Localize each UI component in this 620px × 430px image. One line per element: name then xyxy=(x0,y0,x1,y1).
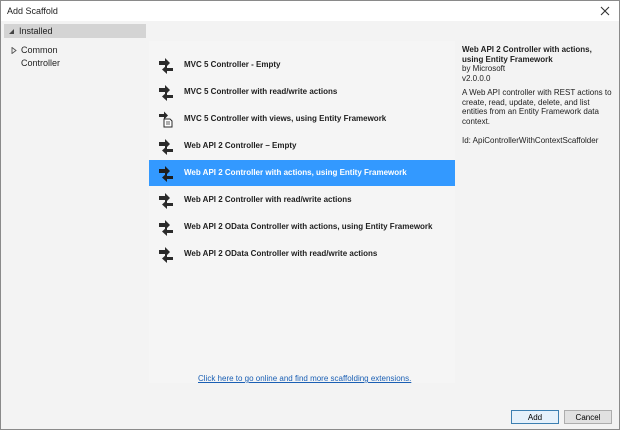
template-list: MVC 5 Controller - Empty MVC 5 Controller… xyxy=(149,41,455,383)
tree-item-label: Controller xyxy=(21,58,61,68)
expand-arrow-icon xyxy=(9,46,19,54)
tree-installed-header[interactable]: Installed xyxy=(4,24,146,38)
template-item[interactable]: MVC 5 Controller with read/write actions xyxy=(149,79,455,105)
close-icon xyxy=(600,6,610,16)
tree-installed-label: Installed xyxy=(19,26,53,36)
template-item[interactable]: MVC 5 Controller - Empty xyxy=(149,52,455,78)
controller-icon xyxy=(157,137,175,155)
template-item[interactable]: Web API 2 OData Controller with read/wri… xyxy=(149,241,455,267)
controller-icon xyxy=(157,218,175,236)
template-item-label: Web API 2 Controller with actions, using… xyxy=(184,168,407,177)
close-button[interactable] xyxy=(593,2,617,20)
tree-item-common[interactable]: Common xyxy=(9,44,58,56)
details-version: v2.0.0.0 xyxy=(462,73,491,83)
details-author: by Microsoft xyxy=(462,64,506,73)
template-item-label: Web API 2 OData Controller with actions,… xyxy=(184,222,433,231)
cancel-button[interactable]: Cancel xyxy=(564,410,612,424)
details-id: Id: ApiControllerWithContextScaffolder xyxy=(462,136,599,145)
template-item-label: MVC 5 Controller with views, using Entit… xyxy=(184,114,387,123)
template-item-label: MVC 5 Controller - Empty xyxy=(184,60,281,69)
template-item[interactable]: Web API 2 Controller – Empty xyxy=(149,133,455,159)
controller-icon xyxy=(157,245,175,263)
template-item-label: Web API 2 OData Controller with read/wri… xyxy=(184,249,378,258)
controller-icon xyxy=(157,191,175,209)
template-item[interactable]: MVC 5 Controller with views, using Entit… xyxy=(149,106,455,132)
template-item-label: Web API 2 Controller with read/write act… xyxy=(184,195,352,204)
window-title: Add Scaffold xyxy=(7,6,58,16)
controller-icon xyxy=(157,83,175,101)
template-item[interactable]: Web API 2 OData Controller with actions,… xyxy=(149,214,455,240)
template-details: Web API 2 Controller with actions, using… xyxy=(462,45,612,146)
tree-item-label: Common xyxy=(21,45,58,55)
controller-views-icon xyxy=(157,110,175,128)
add-button[interactable]: Add xyxy=(511,410,559,424)
online-extensions-link[interactable]: Click here to go online and find more sc… xyxy=(198,374,411,383)
title-bar: Add Scaffold xyxy=(1,1,619,21)
template-item-label: Web API 2 Controller – Empty xyxy=(184,141,297,150)
template-item-label: MVC 5 Controller with read/write actions xyxy=(184,87,338,96)
dialog-content: Installed Common Controller MVC 5 Contro… xyxy=(1,21,619,429)
details-title: Web API 2 Controller with actions, using… xyxy=(462,45,592,64)
collapse-arrow-icon xyxy=(6,28,16,35)
details-description: A Web API controller with REST actions t… xyxy=(462,88,612,126)
template-item[interactable]: Web API 2 Controller with read/write act… xyxy=(149,187,455,213)
add-scaffold-dialog: Add Scaffold Installed Common Controller… xyxy=(0,0,620,430)
controller-icon xyxy=(157,56,175,74)
template-item[interactable]: Web API 2 Controller with actions, using… xyxy=(149,160,455,186)
controller-icon xyxy=(157,164,175,182)
tree-item-controller[interactable]: Controller xyxy=(21,57,60,69)
